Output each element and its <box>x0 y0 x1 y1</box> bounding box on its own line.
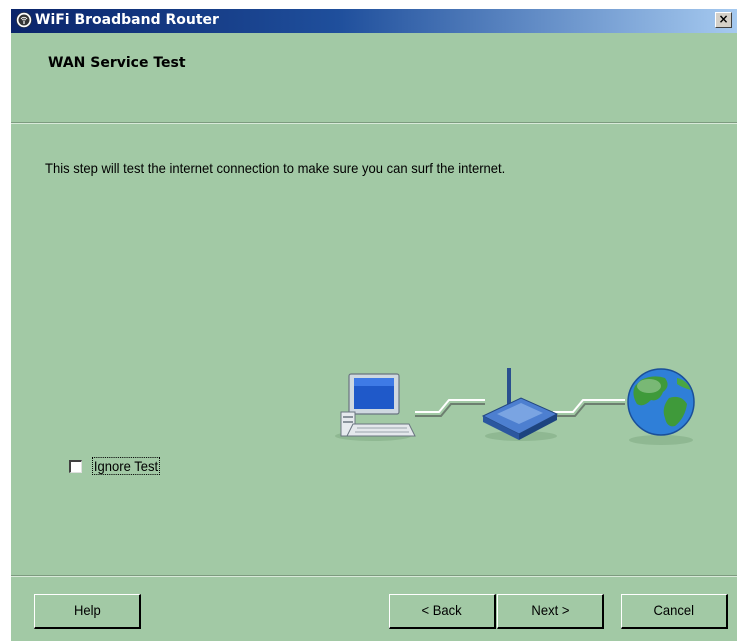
cancel-button-label: Cancel <box>653 602 695 618</box>
back-button[interactable]: < Back <box>389 594 496 629</box>
close-button[interactable]: × <box>715 12 732 28</box>
router-icon <box>481 368 559 441</box>
help-button-label: Help <box>73 602 101 618</box>
step-description: This step will test the internet connect… <box>45 160 506 176</box>
title-bar[interactable]: WiFi Broadband Router × <box>11 9 737 33</box>
computer-icon <box>335 373 416 441</box>
globe-icon <box>627 368 695 445</box>
cancel-button[interactable]: Cancel <box>621 594 728 629</box>
back-button-label: < Back <box>421 602 463 618</box>
wifi-router-icon <box>16 12 32 28</box>
window-title: WiFi Broadband Router <box>35 12 219 28</box>
cable-computer-router <box>415 399 485 417</box>
page-title: WAN Service Test <box>48 55 186 71</box>
connection-diagram <box>335 368 695 445</box>
cable-router-globe <box>553 399 625 417</box>
next-button[interactable]: Next > <box>497 594 604 629</box>
help-button[interactable]: Help <box>34 594 141 629</box>
header-divider <box>11 122 737 124</box>
ignore-test-checkbox[interactable] <box>69 460 82 473</box>
footer-divider <box>11 575 737 577</box>
wizard-window: WiFi Broadband Router × WAN Service Test… <box>10 8 737 641</box>
next-button-label: Next > <box>530 602 569 618</box>
ignore-test-label[interactable]: Ignore Test <box>92 457 160 475</box>
